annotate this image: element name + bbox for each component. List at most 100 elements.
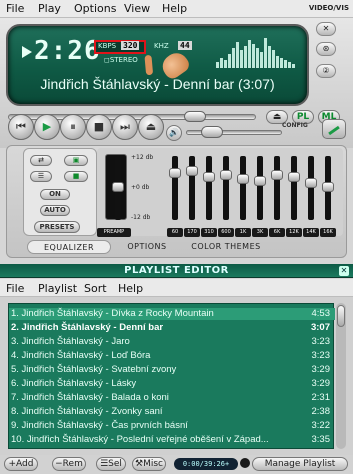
- tab-color-themes[interactable]: COLOR THEMES: [183, 240, 269, 254]
- playlist-item-duration: 3:23: [311, 336, 331, 347]
- spectrum-bar: [252, 44, 255, 68]
- playlist-item-title: 8. Jindřich Štáhlavský - Zvonky saní: [11, 406, 163, 417]
- playlist-bottom-bar: +Add −Rem ☰Sel ⚒Misc 0:00/39:26+ Manage …: [0, 455, 353, 474]
- eq-presets-button[interactable]: PRESETS: [34, 221, 80, 233]
- eq-band-knob[interactable]: [271, 170, 283, 180]
- playlist-item[interactable]: 6. Jindřich Štáhlavský - Lásky 3:29: [9, 378, 335, 390]
- pl-menu-sort[interactable]: Sort: [84, 282, 107, 295]
- mini-control-icon[interactable]: [240, 458, 250, 468]
- spectrum-bar: [232, 48, 235, 68]
- playlist-scroll-thumb[interactable]: [337, 305, 345, 327]
- eq-band-knob[interactable]: [254, 176, 266, 186]
- db-mid-label: +0 db: [131, 184, 150, 191]
- eq-band-knob[interactable]: [305, 178, 317, 188]
- spectrum-bar: [220, 58, 223, 68]
- playlist-item-title: 2. Jindřich Štáhlavský - Denní bar: [11, 322, 164, 333]
- playlist-item[interactable]: 7. Jindřich Štáhlavský - Balada o koni 2:…: [9, 392, 335, 404]
- playlist-item[interactable]: 4. Jindřich Štáhlavský - Loď Bóra 3:23: [9, 350, 335, 362]
- eq-band-knob[interactable]: [169, 168, 181, 178]
- volume-knob[interactable]: [201, 126, 223, 138]
- video-vis-label[interactable]: VIDEO/VIS: [309, 4, 349, 12]
- add-button[interactable]: +Add: [4, 457, 38, 471]
- eq-led-icon[interactable]: ■: [64, 171, 88, 182]
- eq-band-knob[interactable]: [220, 170, 232, 180]
- eq-band-knob[interactable]: [288, 172, 300, 182]
- spectrum-bar: [260, 52, 263, 68]
- playlist-titlebar[interactable]: PLAYLIST EDITOR ✕: [0, 264, 353, 278]
- eq-band-slider[interactable]: [308, 156, 314, 220]
- prev-button[interactable]: ⏮: [8, 114, 34, 140]
- side-button-stereo[interactable]: ②: [316, 64, 336, 78]
- eq-band-label: 170: [184, 228, 200, 237]
- playlist-item-duration: 3:23: [311, 350, 331, 361]
- eq-band-slider[interactable]: [257, 156, 263, 220]
- spectrum-bar: [216, 62, 219, 68]
- playlist-item[interactable]: 3. Jindřich Štáhlavský - Jaro 3:23: [9, 336, 335, 348]
- spectrum-visualizer[interactable]: [216, 36, 302, 68]
- playlist-body: 1. Jindřich Štáhlavský - Dívka z Rocky M…: [0, 297, 353, 455]
- pl-menu-help[interactable]: Help: [118, 282, 143, 295]
- eq-band-slider[interactable]: [206, 156, 212, 220]
- spectrum-bar: [236, 42, 239, 68]
- eq-band-slider[interactable]: [223, 156, 229, 220]
- playlist-item-title: 5. Jindřich Štáhlavský - Svatební zvony: [11, 364, 177, 375]
- eq-band-knob[interactable]: [237, 174, 249, 184]
- pl-menu-playlist[interactable]: Playlist: [38, 282, 77, 295]
- playlist-item[interactable]: 8. Jindřich Štáhlavský - Zvonky saní 2:38: [9, 406, 335, 418]
- pl-menu-file[interactable]: File: [6, 282, 24, 295]
- spectrum-bar: [268, 46, 271, 68]
- spectrum-bar: [244, 46, 247, 68]
- eq-band-slider[interactable]: [240, 156, 246, 220]
- playlist-item[interactable]: 10. Jindřich Štáhlavský - Poslední veřej…: [9, 434, 335, 446]
- remove-button[interactable]: −Rem: [52, 457, 86, 471]
- pause-button[interactable]: ⏸: [60, 114, 86, 140]
- eq-auto-button[interactable]: AUTO: [40, 205, 70, 216]
- eq-shuffle-icon[interactable]: ⇄: [30, 155, 52, 166]
- eq-repeat-icon[interactable]: ▣: [64, 155, 88, 166]
- tab-options[interactable]: OPTIONS: [119, 240, 175, 254]
- tab-equalizer[interactable]: EQUALIZER: [27, 240, 111, 254]
- playlist-close-icon[interactable]: ✕: [339, 266, 349, 276]
- spectrum-bar: [276, 56, 279, 68]
- kbps-value: 320: [121, 41, 140, 50]
- khz-value: 44: [178, 41, 192, 50]
- side-button-close[interactable]: ✕: [316, 22, 336, 36]
- eq-band-knob[interactable]: [186, 166, 198, 176]
- menu-options[interactable]: Options: [74, 2, 116, 15]
- playlist-item[interactable]: 2. Jindřich Štáhlavský - Denní bar 3:07: [9, 322, 335, 334]
- eq-small-icon[interactable]: ☰: [30, 171, 52, 182]
- eq-band-slider[interactable]: [291, 156, 297, 220]
- menu-file[interactable]: File: [6, 2, 24, 15]
- playlist-item-duration: 3:29: [311, 378, 331, 389]
- select-button[interactable]: ☰Sel: [96, 457, 126, 471]
- playlist-item[interactable]: 5. Jindřich Štáhlavský - Svatební zvony 3…: [9, 364, 335, 376]
- manage-playlist-button[interactable]: Manage Playlist: [252, 457, 348, 471]
- config-button[interactable]: [322, 119, 346, 139]
- play-button[interactable]: ▶: [34, 114, 60, 140]
- misc-button[interactable]: ⚒Misc: [132, 457, 166, 471]
- spectrum-bar: [224, 60, 227, 68]
- playlist-item-duration: 3:29: [311, 364, 331, 375]
- db-bot-label: -12 db: [131, 214, 151, 221]
- menu-view[interactable]: View: [124, 2, 150, 15]
- eq-left-panel: ⇄ ▣ ☰ ■ ON AUTO PRESETS: [23, 148, 97, 236]
- eq-band-slider[interactable]: [172, 156, 178, 220]
- stop-button[interactable]: ■: [86, 114, 112, 140]
- eject-button[interactable]: ⏏: [138, 114, 164, 140]
- elapsed-time[interactable]: 2:26: [34, 36, 101, 66]
- eq-band-knob[interactable]: [203, 172, 215, 182]
- eq-band-knob[interactable]: [322, 182, 334, 192]
- spectrum-bar: [264, 38, 267, 68]
- next-button[interactable]: ⏭: [112, 114, 138, 140]
- menu-play[interactable]: Play: [38, 2, 61, 15]
- playlist-item[interactable]: 1. Jindřich Štáhlavský - Dívka z Rocky M…: [9, 308, 335, 320]
- eq-band-slider[interactable]: [274, 156, 280, 220]
- volume-icon[interactable]: 🔊: [166, 125, 182, 141]
- preamp-knob[interactable]: [112, 182, 124, 192]
- side-button-minimize[interactable]: ⊛: [316, 42, 336, 56]
- preamp-label: PREAMP: [97, 228, 131, 237]
- playlist-item[interactable]: 9. Jindřich Štáhlavský - Čas prvních bás…: [9, 420, 335, 432]
- eq-on-button[interactable]: ON: [40, 189, 70, 200]
- menu-help[interactable]: Help: [162, 2, 187, 15]
- eq-band-label: 12K: [286, 228, 302, 237]
